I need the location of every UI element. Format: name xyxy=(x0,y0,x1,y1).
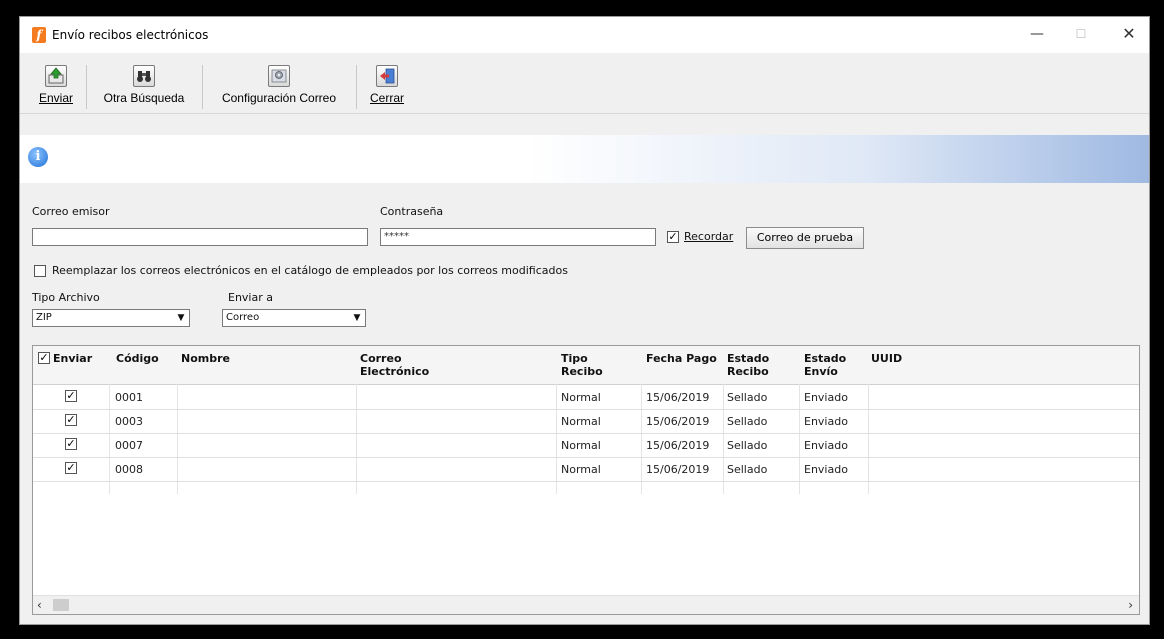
cell-fecha: 15/06/2019 xyxy=(646,439,710,452)
otra-busqueda-label: Otra Búsqueda xyxy=(103,91,185,105)
cerrar-button[interactable]: Cerrar xyxy=(364,65,410,111)
app-logo-icon: f xyxy=(32,27,46,43)
col-nombre[interactable]: Nombre xyxy=(181,352,230,365)
col-estado-recibo-line2: Recibo xyxy=(727,365,769,378)
tipo-archivo-value: ZIP xyxy=(36,312,52,323)
table-row[interactable]: ✓ 0007 Normal 15/06/2019 Sellado Enviado xyxy=(33,433,1139,458)
cell-tipo: Normal xyxy=(561,439,601,452)
row-enviar-checkbox[interactable]: ✓ xyxy=(65,390,77,402)
tipo-archivo-label: Tipo Archivo xyxy=(32,291,100,304)
col-estado-envio[interactable]: Estado Envío xyxy=(804,352,846,378)
contrasena-label: Contraseña xyxy=(380,205,444,218)
enviar-label: Enviar xyxy=(38,91,73,105)
chevron-down-icon[interactable]: ▼ xyxy=(350,311,364,325)
table-row[interactable]: ✓ 0001 Normal 15/06/2019 Sellado Enviado xyxy=(33,385,1139,410)
cell-codigo: 0001 xyxy=(115,391,143,404)
window-title: Envío recibos electrónicos xyxy=(52,28,209,42)
reemplazar-checkbox[interactable] xyxy=(34,265,46,277)
cell-estado-envio: Enviado xyxy=(804,415,848,428)
col-fecha-pago[interactable]: Fecha Pago xyxy=(646,352,717,365)
configuracion-correo-label: Configuración Correo xyxy=(221,91,337,105)
scroll-left-icon[interactable]: ‹ xyxy=(37,598,42,612)
employees-grid: ✓ Enviar Código Nombre Correo Electrónic… xyxy=(32,345,1140,615)
binoculars-icon xyxy=(133,65,155,87)
cell-tipo: Normal xyxy=(561,463,601,476)
recordar-checkbox[interactable]: ✓ xyxy=(667,231,679,243)
reemplazar-label: Reemplazar los correos electrónicos en e… xyxy=(52,264,568,277)
cell-codigo: 0007 xyxy=(115,439,143,452)
toolbar: Enviar Otra Búsqueda Configuración Corre… xyxy=(20,53,1149,114)
toolbar-separator xyxy=(86,65,87,109)
horizontal-scrollbar[interactable]: ‹ › xyxy=(33,595,1139,614)
enviar-a-label: Enviar a xyxy=(228,291,273,304)
col-estado-envio-line1: Estado xyxy=(804,352,847,365)
col-tipo-recibo[interactable]: Tipo Recibo xyxy=(561,352,603,378)
col-correo[interactable]: Correo Electrónico xyxy=(360,352,429,378)
cell-estado-envio: Enviado xyxy=(804,463,848,476)
table-row[interactable]: ✓ 0003 Normal 15/06/2019 Sellado Enviado xyxy=(33,409,1139,434)
col-enviar[interactable]: Enviar xyxy=(53,352,92,365)
enviar-a-value: Correo xyxy=(226,312,260,323)
title-bar: f Envío recibos electrónicos — ☐ ✕ xyxy=(20,17,1149,53)
cell-codigo: 0008 xyxy=(115,463,143,476)
exit-door-icon xyxy=(376,65,398,87)
minimize-button[interactable]: — xyxy=(1020,23,1054,45)
contrasena-input[interactable]: ***** xyxy=(380,228,656,246)
cerrar-label: Cerrar xyxy=(369,91,404,105)
toolbar-separator xyxy=(202,65,203,109)
chevron-down-icon[interactable]: ▼ xyxy=(174,311,188,325)
col-uuid[interactable]: UUID xyxy=(871,352,902,365)
row-enviar-checkbox[interactable]: ✓ xyxy=(65,414,77,426)
mail-settings-icon xyxy=(268,65,290,87)
correo-emisor-input[interactable] xyxy=(32,228,368,246)
col-codigo[interactable]: Código xyxy=(116,352,159,365)
col-tipo-line2: Recibo xyxy=(561,365,603,378)
info-icon: i xyxy=(28,147,48,167)
col-tipo-line1: Tipo xyxy=(561,352,588,365)
cell-estado-envio: Enviado xyxy=(804,391,848,404)
enviar-a-select[interactable]: Correo ▼ xyxy=(222,309,366,327)
cell-tipo: Normal xyxy=(561,415,601,428)
correo-prueba-button[interactable]: Correo de prueba xyxy=(746,227,864,249)
col-estado-envio-line2: Envío xyxy=(804,365,838,378)
toolbar-separator xyxy=(356,65,357,109)
select-all-checkbox[interactable]: ✓ xyxy=(38,352,50,364)
cell-fecha: 15/06/2019 xyxy=(646,415,710,428)
correo-emisor-label: Correo emisor xyxy=(32,205,110,218)
cell-estado-recibo: Sellado xyxy=(727,439,768,452)
cell-estado-recibo: Sellado xyxy=(727,391,768,404)
cell-estado-recibo: Sellado xyxy=(727,415,768,428)
cell-codigo: 0003 xyxy=(115,415,143,428)
recordar-label: Recordar xyxy=(684,230,734,243)
send-upload-icon xyxy=(45,65,67,87)
main-window: f Envío recibos electrónicos — ☐ ✕ Envia… xyxy=(19,16,1150,625)
enviar-button[interactable]: Enviar xyxy=(30,65,82,111)
col-correo-line2: Electrónico xyxy=(360,365,430,378)
close-button[interactable]: ✕ xyxy=(1112,23,1146,45)
row-enviar-checkbox[interactable]: ✓ xyxy=(65,462,77,474)
tipo-archivo-select[interactable]: ZIP ▼ xyxy=(32,309,190,327)
grid-header: ✓ Enviar Código Nombre Correo Electrónic… xyxy=(33,346,1139,385)
info-banner: i xyxy=(20,135,1149,183)
otra-busqueda-button[interactable]: Otra Búsqueda xyxy=(90,65,198,111)
cell-estado-envio: Enviado xyxy=(804,439,848,452)
maximize-button[interactable]: ☐ xyxy=(1064,23,1098,45)
cell-tipo: Normal xyxy=(561,391,601,404)
col-estado-recibo[interactable]: Estado Recibo xyxy=(727,352,769,378)
scroll-thumb[interactable] xyxy=(53,599,69,611)
table-row[interactable]: ✓ 0008 Normal 15/06/2019 Sellado Enviado xyxy=(33,457,1139,482)
cell-fecha: 15/06/2019 xyxy=(646,463,710,476)
scroll-right-icon[interactable]: › xyxy=(1128,598,1133,612)
row-enviar-checkbox[interactable]: ✓ xyxy=(65,438,77,450)
configuracion-correo-button[interactable]: Configuración Correo xyxy=(206,65,352,111)
cell-estado-recibo: Sellado xyxy=(727,463,768,476)
col-correo-line1: Correo xyxy=(360,352,402,365)
cell-fecha: 15/06/2019 xyxy=(646,391,710,404)
col-estado-recibo-line1: Estado xyxy=(727,352,770,365)
